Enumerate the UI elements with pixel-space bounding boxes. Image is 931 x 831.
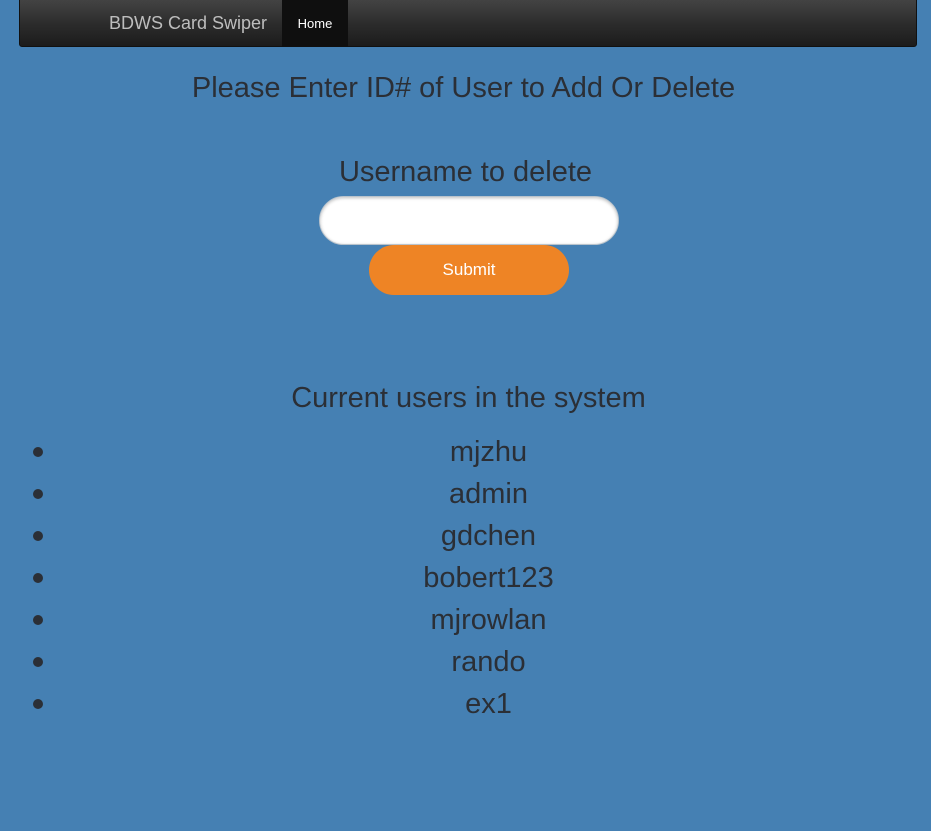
brand-link[interactable]: BDWS Card Swiper — [109, 13, 267, 34]
nav-home-tab[interactable]: Home — [282, 0, 348, 47]
bullet-icon — [33, 489, 43, 499]
list-item: mjzhu — [0, 431, 931, 473]
bullet-icon — [33, 531, 43, 541]
username-input[interactable] — [319, 196, 619, 245]
list-item: rando — [0, 641, 931, 683]
bullet-icon — [33, 447, 43, 457]
delete-form-label: Username to delete — [338, 156, 593, 188]
list-item: mjrowlan — [0, 599, 931, 641]
bullet-icon — [33, 573, 43, 583]
username-text: gdchen — [440, 520, 537, 552]
username-text: ex1 — [465, 688, 512, 720]
list-item: bobert123 — [0, 557, 931, 599]
navbar: BDWS Card Swiper Home — [19, 0, 917, 47]
username-text: mjrowlan — [430, 604, 547, 636]
list-item: ex1 — [0, 683, 931, 725]
list-item: gdchen — [0, 515, 931, 557]
username-text: bobert123 — [423, 562, 554, 594]
username-text: admin — [449, 478, 528, 510]
list-item: admin — [0, 473, 931, 515]
page-title: Please Enter ID# of User to Add Or Delet… — [191, 72, 736, 104]
bullet-icon — [33, 615, 43, 625]
user-list: mjzhu admin gdchen bobert123 mjrowlan ra… — [0, 431, 931, 725]
username-text: mjzhu — [449, 436, 528, 468]
submit-button[interactable]: Submit — [369, 245, 569, 295]
bullet-icon — [33, 699, 43, 709]
username-text: rando — [451, 646, 526, 678]
bullet-icon — [33, 657, 43, 667]
users-list-title: Current users in the system — [291, 382, 646, 414]
